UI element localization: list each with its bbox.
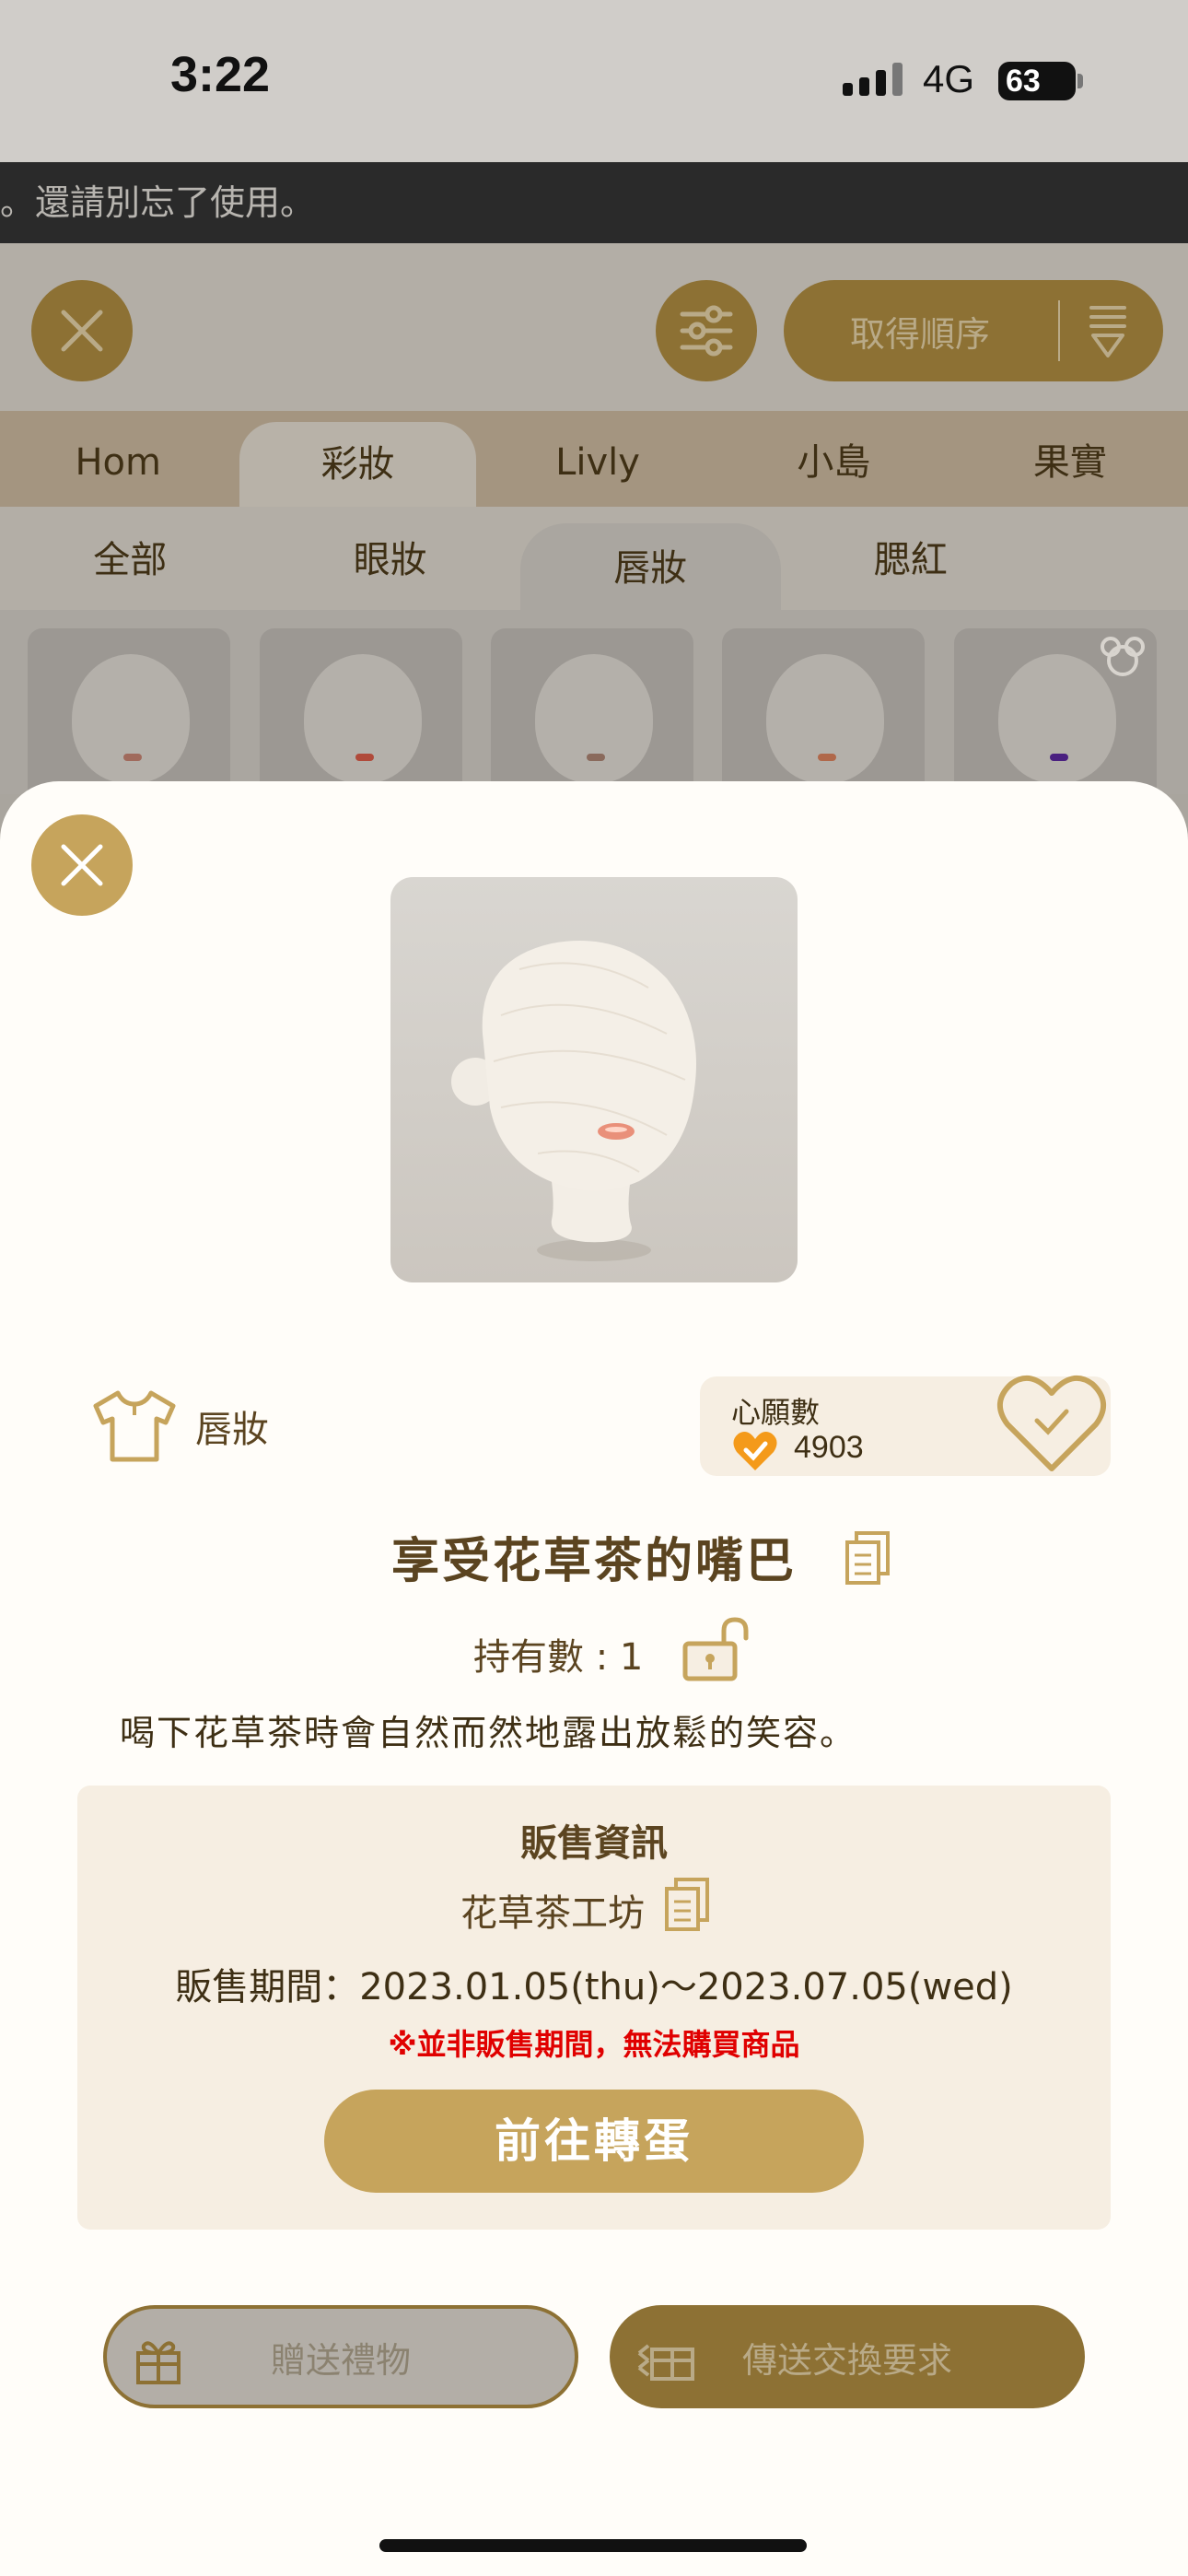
category-label: 唇妝 [195,1409,269,1451]
tab-livly[interactable]: Livly [480,411,716,507]
clock: 3:22 [170,47,271,102]
tab-makeup[interactable]: 彩妝 [239,422,476,507]
thumb-lip [1050,754,1068,761]
filter-button[interactable] [656,280,757,381]
send-gift-label: 贈送禮物 [270,2339,411,2381]
thumb-head [998,654,1116,783]
gift-icon [136,2341,181,2384]
tab-blush[interactable]: 腮紅 [781,507,1042,610]
bear-badge-icon [1101,637,1145,676]
item-category: 唇妝 [90,1388,269,1465]
thumb-head [766,654,884,783]
send-trade-request-button[interactable]: 傳送交換要求 [610,2305,1085,2408]
thumb-lip [818,754,836,761]
shop-name: 花草茶工坊 [460,1892,645,1935]
thumb-lip [123,754,142,761]
sliders-icon [680,305,733,357]
item-description: 喝下花草茶時會自然而然地露出放鬆的笑容。 [120,1713,857,1753]
sales-title: 販售資訊 [520,1822,668,1865]
mannequin-head-illustration [451,941,696,1261]
category-tabs: Hom 彩妝 Livly 小島 果實 [0,411,1188,507]
unlock-icon[interactable] [681,1616,751,1682]
close-icon [61,310,103,352]
sales-info-panel: 販售資訊 花草茶工坊 販售期間：2023.01.05(thu)～2023.07.… [77,1786,1111,2230]
shirt-icon [93,1390,176,1462]
copy-icon[interactable] [663,1876,711,1933]
notice-text: 。還請別忘了使用。 [0,182,316,223]
signal-icon [843,63,903,96]
home-indicator[interactable] [379,2539,807,2552]
tab-fruit[interactable]: 果實 [952,411,1188,507]
heart-check-icon [733,1432,777,1470]
not-on-sale-warning: ※並非販售期間，無法購買商品 [388,2027,800,2062]
go-to-gacha-button[interactable]: 前往轉蛋 [324,2090,864,2193]
sort-order-label: 取得順序 [850,313,991,355]
divider [1058,300,1060,361]
subcategory-tabs: 全部 眼妝 唇妝 腮紅 [0,507,1188,610]
wish-title: 心願數 [731,1395,821,1430]
thumb-head [535,654,653,783]
battery-cap [1077,74,1083,88]
sort-order-button[interactable]: 取得順序 [784,280,1163,381]
tab-all[interactable]: 全部 [0,507,261,610]
thumb-lip [587,754,605,761]
sort-descending-icon [1089,306,1126,357]
tab-island[interactable]: 小島 [716,411,951,507]
battery-icon: 63 [998,62,1076,100]
send-gift-button[interactable]: 贈送禮物 [103,2305,578,2408]
notice-banner: 。還請別忘了使用。 [0,162,1188,243]
item-preview-image [390,877,798,1282]
battery-level: 63 [1006,63,1041,99]
close-icon [61,844,103,886]
send-trade-request-label: 傳送交換要求 [741,2339,952,2381]
thumb-lip [355,754,374,761]
thumb-head [72,654,190,783]
back-close-button[interactable] [31,280,133,381]
item-name: 享受花草茶的嘴巴 [390,1534,797,1589]
close-button[interactable] [31,814,133,916]
sales-period: 販售期間：2023.01.05(thu)～2023.07.05(wed) [175,1966,1013,2008]
tab-eye-makeup[interactable]: 眼妝 [261,507,521,610]
status-bar: 3:22 4G 63 [0,0,1188,162]
wish-count: 4903 [794,1430,864,1465]
wish-heart-button[interactable] [995,1373,1109,1476]
tab-hom[interactable]: Hom [0,411,236,507]
tab-lip-makeup[interactable]: 唇妝 [520,523,781,610]
network-type: 4G [923,57,975,100]
thumb-head [304,654,422,783]
owned-count: 持有數 : 1 [473,1636,644,1679]
copy-icon[interactable] [844,1529,891,1587]
trade-gift-icon [637,2344,694,2381]
